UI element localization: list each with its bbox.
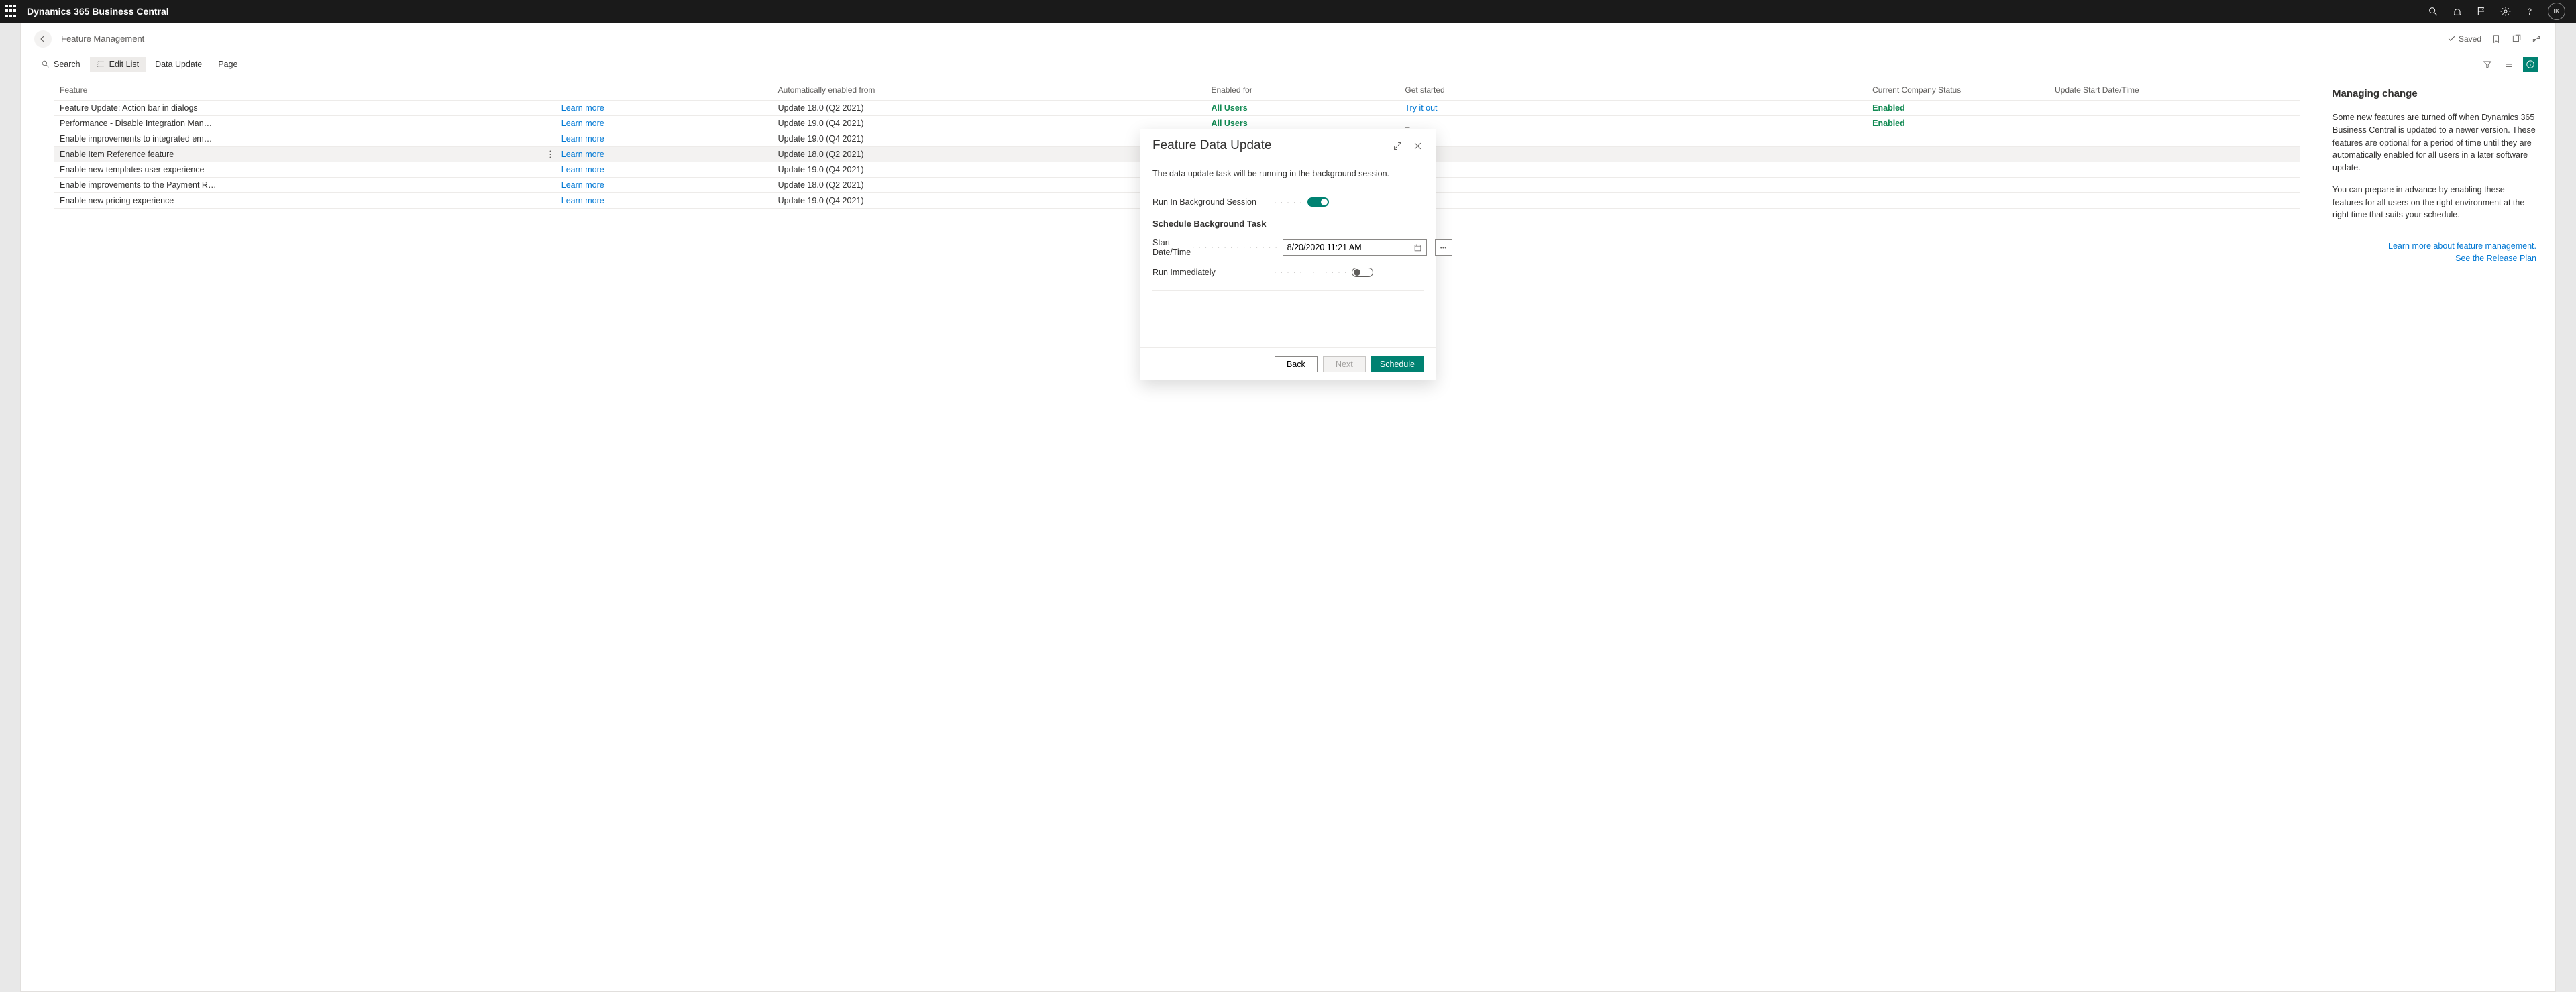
cell-status — [1867, 162, 2049, 178]
info-heading: Managing change — [2332, 88, 2536, 99]
action-search[interactable]: Search — [34, 57, 87, 72]
cell-feature[interactable]: Enable improvements to the Payment R… — [54, 178, 556, 193]
close-icon[interactable] — [1411, 140, 1424, 152]
back-button-dialog[interactable]: Back — [1275, 356, 1318, 372]
learn-more-link[interactable]: Learn more — [561, 134, 604, 144]
bookmark-icon[interactable] — [2491, 34, 2502, 44]
saved-label: Saved — [2459, 34, 2481, 44]
cell-get-started — [1399, 193, 1867, 209]
cell-get-started — [1399, 162, 1867, 178]
expand-icon[interactable] — [1391, 140, 1403, 152]
cell-feature[interactable]: Enable new pricing experience — [54, 193, 556, 209]
cell-update-start — [2049, 178, 2300, 193]
col-update-start[interactable]: Update Start Date/Time — [2049, 81, 2300, 101]
cell-update-start — [2049, 116, 2300, 131]
cell-feature[interactable]: Enable new templates user experience — [54, 162, 556, 178]
learn-more-link[interactable]: Learn more — [561, 165, 604, 174]
cell-status — [1867, 193, 2049, 209]
run-bg-toggle[interactable] — [1307, 197, 1329, 207]
dialog-note: The data update task will be running in … — [1152, 169, 1424, 178]
calendar-picker-button[interactable] — [1409, 239, 1427, 256]
learn-more-link[interactable]: Learn more — [561, 150, 604, 159]
cell-feature[interactable]: Feature Update: Action bar in dialogs — [54, 101, 556, 116]
cell-status: Enabled — [1867, 101, 2049, 116]
schedule-section-title: Schedule Background Task — [1152, 219, 1424, 229]
cell-update-start — [2049, 101, 2300, 116]
action-edit-list[interactable]: Edit List — [90, 57, 146, 72]
next-button: Next — [1323, 356, 1366, 372]
action-edit-list-label: Edit List — [109, 60, 139, 69]
action-page[interactable]: Page — [211, 57, 244, 72]
action-data-update[interactable]: Data Update — [148, 57, 209, 72]
learn-more-link[interactable]: Learn more — [561, 119, 604, 128]
cell-feature[interactable]: Enable Item Reference feature — [54, 147, 556, 162]
cell-get-started — [1399, 147, 1867, 162]
cell-get-started — [1399, 131, 1867, 147]
run-bg-label: Run In Background Session — [1152, 197, 1267, 207]
back-button[interactable] — [34, 30, 52, 48]
cell-status — [1867, 147, 2049, 162]
schedule-button[interactable]: Schedule — [1371, 356, 1424, 372]
help-icon[interactable] — [2524, 5, 2536, 17]
cell-feature[interactable]: Enable improvements to integrated em… — [54, 131, 556, 147]
row-actions-icon[interactable] — [547, 150, 555, 159]
avatar[interactable]: IK — [2548, 3, 2565, 20]
action-page-label: Page — [218, 60, 237, 69]
cell-update-start — [2049, 131, 2300, 147]
filter-icon[interactable] — [2480, 57, 2495, 72]
notifications-icon[interactable] — [2451, 5, 2463, 17]
info-link-1[interactable]: Learn more about feature management. — [2332, 241, 2536, 251]
cell-status — [1867, 131, 2049, 147]
info-p1: Some new features are turned off when Dy… — [2332, 111, 2536, 174]
info-pane: Managing change Some new features are tu… — [2314, 74, 2555, 991]
page-title: Feature Management — [61, 34, 144, 44]
cell-update-start — [2049, 193, 2300, 209]
col-status[interactable]: Current Company Status — [1867, 81, 2049, 101]
cell-update-start — [2049, 147, 2300, 162]
popout-icon[interactable] — [2511, 34, 2522, 44]
learn-more-link[interactable]: Learn more — [561, 103, 604, 113]
col-enabled-for[interactable]: Enabled for — [1205, 81, 1399, 101]
more-options-button[interactable] — [1435, 239, 1452, 256]
learn-more-link[interactable]: Learn more — [561, 196, 604, 205]
start-datetime-label: Start Date/Time — [1152, 238, 1191, 257]
run-immediately-toggle[interactable] — [1352, 268, 1373, 277]
run-immediately-label: Run Immediately — [1152, 268, 1267, 277]
col-feature[interactable]: Feature — [54, 81, 556, 101]
dialog-title: Feature Data Update — [1152, 138, 1391, 153]
cell-status — [1867, 178, 2049, 193]
top-header: Dynamics 365 Business Central IK — [0, 0, 2576, 23]
page-header: Feature Management Saved — [21, 23, 2555, 54]
cell-auto-enabled: Update 18.0 (Q2 2021) — [773, 101, 1206, 116]
cell-get-started — [1399, 178, 1867, 193]
feature-data-update-dialog: Feature Data Update The data update task… — [1140, 129, 1436, 380]
saved-indicator: Saved — [2447, 34, 2481, 44]
search-icon[interactable] — [2427, 5, 2439, 17]
action-search-label: Search — [54, 60, 80, 69]
info-pane-icon[interactable] — [2523, 57, 2538, 72]
table-row[interactable]: Feature Update: Action bar in dialogs Lea… — [54, 101, 2300, 116]
start-datetime-input[interactable] — [1283, 239, 1410, 256]
cell-update-start — [2049, 162, 2300, 178]
info-p2: You can prepare in advance by enabling t… — [2332, 184, 2536, 221]
list-view-icon[interactable] — [2502, 57, 2516, 72]
cell-get-started: _ — [1399, 116, 1867, 131]
cell-enabled-for[interactable]: All Users — [1205, 101, 1399, 116]
learn-more-link[interactable]: Learn more — [561, 180, 604, 190]
col-get-started[interactable]: Get started — [1399, 81, 1867, 101]
action-data-update-label: Data Update — [155, 60, 202, 69]
action-bar: Search Edit List Data Update Page — [21, 54, 2555, 74]
app-name: Dynamics 365 Business Central — [27, 6, 169, 17]
cell-feature[interactable]: Performance - Disable Integration Man… — [54, 116, 556, 131]
try-it-out-link[interactable]: Try it out — [1405, 103, 1437, 113]
app-launcher-icon[interactable] — [5, 5, 19, 18]
collapse-icon[interactable] — [2531, 34, 2542, 44]
flag-icon[interactable] — [2475, 5, 2487, 17]
col-auto[interactable]: Automatically enabled from — [773, 81, 1206, 101]
cell-get-started: Try it out — [1399, 101, 1867, 116]
info-link-2[interactable]: See the Release Plan — [2332, 254, 2536, 263]
cell-status: Enabled — [1867, 116, 2049, 131]
settings-icon[interactable] — [2500, 5, 2512, 17]
